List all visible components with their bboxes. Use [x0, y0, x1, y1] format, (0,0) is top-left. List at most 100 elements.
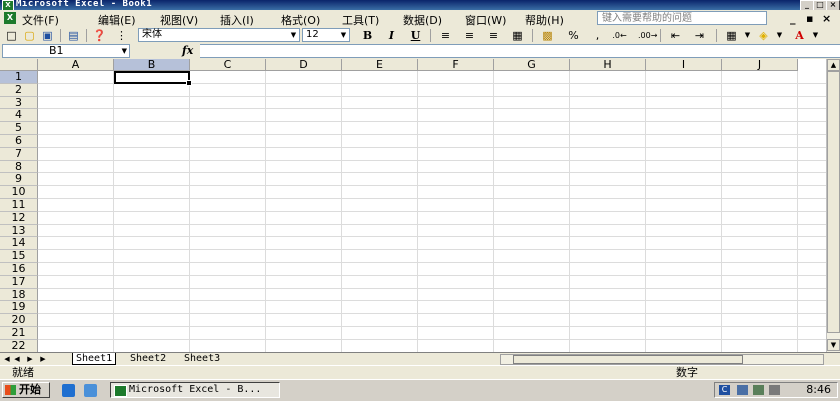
menu-edit[interactable]: 编辑(E) — [98, 12, 136, 28]
gridline — [38, 236, 826, 237]
row-header-6[interactable]: 6 — [0, 135, 38, 148]
sheet-tab-sheet2[interactable]: Sheet2 — [127, 353, 169, 365]
start-button[interactable]: 开始 — [2, 382, 50, 398]
chevron-down-icon[interactable]: ▼ — [122, 45, 127, 57]
chevron-down-icon[interactable]: ▼ — [740, 28, 755, 43]
network-icon[interactable] — [737, 385, 748, 395]
help-question-input[interactable]: 键入需要帮助的问题 — [597, 11, 767, 25]
row-header-1[interactable]: 1 — [0, 71, 38, 84]
scroll-up-icon[interactable]: ▲ — [827, 59, 840, 71]
formula-input[interactable] — [200, 44, 840, 58]
chevron-down-icon[interactable]: ▼ — [772, 28, 787, 43]
menu-window[interactable]: 窗口(W) — [465, 12, 506, 28]
column-header-a[interactable]: A — [38, 59, 114, 71]
scroll-thumb[interactable] — [513, 355, 743, 364]
comma-style-button[interactable]: , — [590, 28, 605, 43]
row-header-17[interactable]: 17 — [0, 276, 38, 289]
row-header-12[interactable]: 12 — [0, 212, 38, 225]
print-icon[interactable]: ▤ — [66, 28, 81, 43]
column-header-i[interactable]: I — [646, 59, 722, 71]
decrease-indent-icon[interactable]: ⇤ — [668, 28, 683, 43]
open-folder-icon[interactable]: ▢ — [22, 28, 37, 43]
percent-style-button[interactable]: % — [566, 28, 581, 43]
fill-handle[interactable] — [186, 80, 192, 86]
row-header-21[interactable]: 21 — [0, 327, 38, 340]
decrease-decimal-icon[interactable]: .00→ — [638, 28, 653, 43]
toolbar-separator — [716, 29, 717, 42]
gridline — [38, 185, 826, 186]
tray-app-icon[interactable] — [753, 385, 764, 395]
workbook-icon[interactable]: X — [4, 12, 16, 24]
align-center-icon[interactable]: ≡ — [462, 28, 477, 43]
sheet-tab-sheet3[interactable]: Sheet3 — [181, 353, 223, 365]
borders-icon[interactable]: ▦ — [724, 28, 739, 43]
taskbar-item-excel[interactable]: Microsoft Excel - B... — [110, 382, 280, 398]
column-header-b[interactable]: B — [114, 59, 190, 71]
active-cell[interactable] — [114, 71, 190, 84]
insert-function-icon[interactable]: fx — [182, 44, 193, 57]
new-document-icon[interactable]: □ — [4, 28, 19, 43]
menu-insert[interactable]: 插入(I) — [220, 12, 254, 28]
menu-format[interactable]: 格式(O) — [281, 12, 320, 28]
font-color-icon[interactable]: A — [792, 28, 807, 43]
doc-close-button[interactable]: × — [822, 12, 831, 25]
doc-restore-button[interactable]: ▪ — [806, 12, 813, 25]
column-header-j[interactable]: J — [722, 59, 798, 71]
gridline — [38, 147, 826, 148]
fill-color-icon[interactable]: ◈ — [756, 28, 771, 43]
row-header-7[interactable]: 7 — [0, 148, 38, 161]
menu-file[interactable]: 文件(F) — [22, 12, 59, 28]
align-left-icon[interactable]: ≡ — [438, 28, 453, 43]
input-method-icon[interactable]: C — [719, 385, 730, 395]
name-box[interactable]: B1 ▼ — [2, 44, 130, 58]
save-icon[interactable]: ▣ — [40, 28, 55, 43]
gridline — [38, 108, 826, 109]
row-header-22[interactable]: 22 — [0, 340, 38, 352]
font-name-select[interactable]: 宋体 ▼ — [138, 28, 300, 42]
spreadsheet-grid[interactable]: ABCDEFGHIJ123456789101112131415161718192… — [0, 59, 826, 352]
horizontal-scrollbar[interactable] — [500, 354, 824, 365]
underline-button[interactable]: U — [408, 28, 423, 43]
menu-data[interactable]: 数据(D) — [403, 12, 442, 28]
column-header-f[interactable]: F — [418, 59, 494, 71]
font-size-select[interactable]: 12 ▼ — [302, 28, 350, 42]
menu-view[interactable]: 视图(V) — [160, 12, 198, 28]
merge-center-icon[interactable]: ▦ — [510, 28, 525, 43]
row-header-11[interactable]: 11 — [0, 199, 38, 212]
italic-button[interactable]: I — [384, 28, 399, 43]
toolbar-separator — [86, 29, 87, 42]
font-name-value: 宋体 — [142, 29, 162, 40]
sheet-tab-sheet1[interactable]: Sheet1 — [72, 353, 116, 365]
first-sheet-icon[interactable]: ◀ — [2, 354, 12, 364]
browser-icon[interactable] — [62, 384, 75, 397]
column-header-h[interactable]: H — [570, 59, 646, 71]
doc-minimize-button[interactable]: _ — [790, 12, 796, 25]
last-sheet-icon[interactable]: ▶ — [38, 354, 48, 364]
start-label: 开始 — [19, 383, 41, 396]
increase-decimal-icon[interactable]: .0← — [612, 28, 627, 43]
scroll-down-icon[interactable]: ▼ — [827, 339, 840, 351]
align-right-icon[interactable]: ≡ — [486, 28, 501, 43]
menu-help[interactable]: 帮助(H) — [525, 12, 564, 28]
row-header-16[interactable]: 16 — [0, 263, 38, 276]
menu-tools[interactable]: 工具(T) — [342, 12, 379, 28]
taskbar: 开始 Microsoft Excel - B... C 8:46 — [0, 379, 840, 401]
desktop-icon[interactable] — [84, 384, 97, 397]
column-header-d[interactable]: D — [266, 59, 342, 71]
column-header-e[interactable]: E — [342, 59, 418, 71]
prev-sheet-icon[interactable]: ◀ — [12, 354, 22, 364]
help-icon[interactable]: ❓ — [92, 28, 107, 43]
chevron-down-icon[interactable]: ▼ — [808, 28, 823, 43]
scroll-thumb[interactable] — [827, 71, 840, 333]
vertical-scrollbar[interactable]: ▲ ▼ — [826, 59, 840, 352]
toolbar-options-icon[interactable]: ⋮ — [114, 28, 129, 43]
row-header-2[interactable]: 2 — [0, 84, 38, 97]
gridline — [38, 300, 826, 301]
increase-indent-icon[interactable]: ⇥ — [692, 28, 707, 43]
currency-style-icon[interactable]: ▩ — [540, 28, 555, 43]
column-header-g[interactable]: G — [494, 59, 570, 71]
volume-icon[interactable] — [769, 385, 780, 395]
column-header-c[interactable]: C — [190, 59, 266, 71]
next-sheet-icon[interactable]: ▶ — [25, 354, 35, 364]
bold-button[interactable]: B — [360, 28, 375, 43]
